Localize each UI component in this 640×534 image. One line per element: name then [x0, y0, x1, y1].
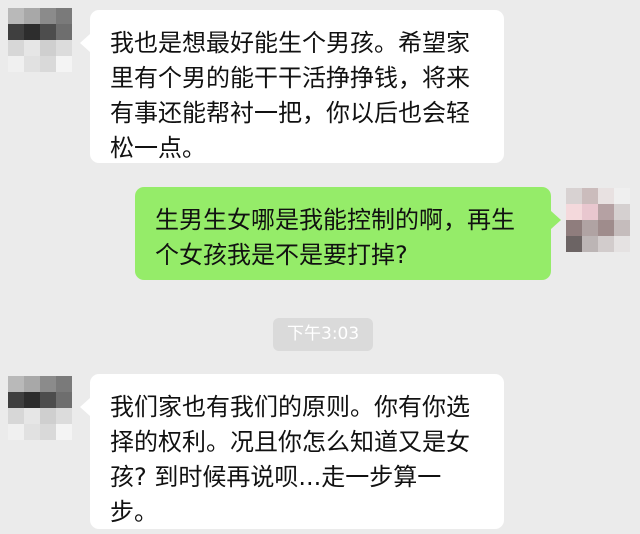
- avatar-pixel: [40, 40, 56, 56]
- avatar-pixel: [40, 8, 56, 24]
- avatar-pixel: [8, 56, 24, 72]
- outgoing-message-bubble[interactable]: 生男生女哪是我能控制的啊，再生 个女孩我是不是要打掉?: [135, 187, 561, 280]
- avatar-pixel: [56, 408, 72, 424]
- avatar-pixel: [40, 424, 56, 440]
- avatar-pixel: [8, 8, 24, 24]
- avatar-pixel: [24, 8, 40, 24]
- contact-avatar[interactable]: [8, 8, 72, 72]
- avatar-pixel: [56, 24, 72, 40]
- chat-conversation: 我也是想最好能生个男孩。希望家 里有个男的能干干活挣挣钱，将来 有事还能帮衬一把…: [0, 0, 640, 534]
- avatar-pixel: [582, 236, 598, 252]
- avatar-pixel: [40, 408, 56, 424]
- avatar-pixel: [56, 424, 72, 440]
- avatar-pixel: [40, 392, 56, 408]
- avatar-pixel: [40, 56, 56, 72]
- avatar-pixel: [8, 424, 24, 440]
- avatar-pixel: [24, 40, 40, 56]
- avatar-pixel: [56, 392, 72, 408]
- avatar-pixel: [566, 188, 582, 204]
- avatar-pixel: [598, 188, 614, 204]
- avatar-pixel: [56, 376, 72, 392]
- message-line: 步。: [110, 498, 158, 526]
- avatar-pixel: [614, 204, 630, 220]
- avatar-pixel: [598, 236, 614, 252]
- message-line: 孩? 到时候再说呗...走一步算一: [110, 463, 442, 491]
- message-line: 有事还能帮衬一把，你以后也会轻: [110, 99, 470, 127]
- my-avatar[interactable]: [566, 188, 630, 252]
- avatar-pixel: [24, 24, 40, 40]
- avatar-pixel: [40, 376, 56, 392]
- avatar-pixel: [8, 408, 24, 424]
- avatar-pixel: [566, 236, 582, 252]
- avatar-pixel: [24, 408, 40, 424]
- message-line: 生男生女哪是我能控制的啊，再生: [155, 206, 515, 234]
- avatar-pixel: [56, 56, 72, 72]
- avatar-pixel: [24, 424, 40, 440]
- avatar-pixel: [56, 8, 72, 24]
- avatar-pixel: [598, 220, 614, 236]
- avatar-pixel: [24, 392, 40, 408]
- avatar-pixel: [582, 188, 598, 204]
- avatar-pixel: [8, 376, 24, 392]
- incoming-message-bubble[interactable]: 我也是想最好能生个男孩。希望家 里有个男的能干干活挣挣钱，将来 有事还能帮衬一把…: [80, 10, 504, 163]
- avatar-pixel: [614, 236, 630, 252]
- avatar-pixel: [582, 204, 598, 220]
- avatar-pixel: [56, 40, 72, 56]
- avatar-pixel: [8, 24, 24, 40]
- avatar-pixel: [8, 40, 24, 56]
- avatar-pixel: [614, 188, 630, 204]
- avatar-pixel: [24, 56, 40, 72]
- message-line: 松一点。: [110, 134, 206, 162]
- incoming-message-bubble[interactable]: 我们家也有我们的原则。你有你选 择的权利。况且你怎么知道又是女 孩? 到时候再说…: [80, 374, 504, 529]
- avatar-pixel: [614, 220, 630, 236]
- avatar-pixel: [566, 204, 582, 220]
- avatar-pixel: [8, 392, 24, 408]
- message-line: 里有个男的能干干活挣挣钱，将来: [110, 64, 470, 92]
- avatar-pixel: [598, 204, 614, 220]
- message-line: 个女孩我是不是要打掉?: [155, 241, 408, 269]
- avatar-pixel: [40, 24, 56, 40]
- avatar-pixel: [24, 376, 40, 392]
- message-line: 择的权利。况且你怎么知道又是女: [110, 428, 470, 456]
- message-line: 我们家也有我们的原则。你有你选: [110, 393, 470, 421]
- avatar-pixel: [582, 220, 598, 236]
- contact-avatar[interactable]: [8, 376, 72, 440]
- avatar-pixel: [566, 220, 582, 236]
- timestamp-badge: 下午3:03: [273, 318, 374, 351]
- message-line: 我也是想最好能生个男孩。希望家: [110, 29, 470, 57]
